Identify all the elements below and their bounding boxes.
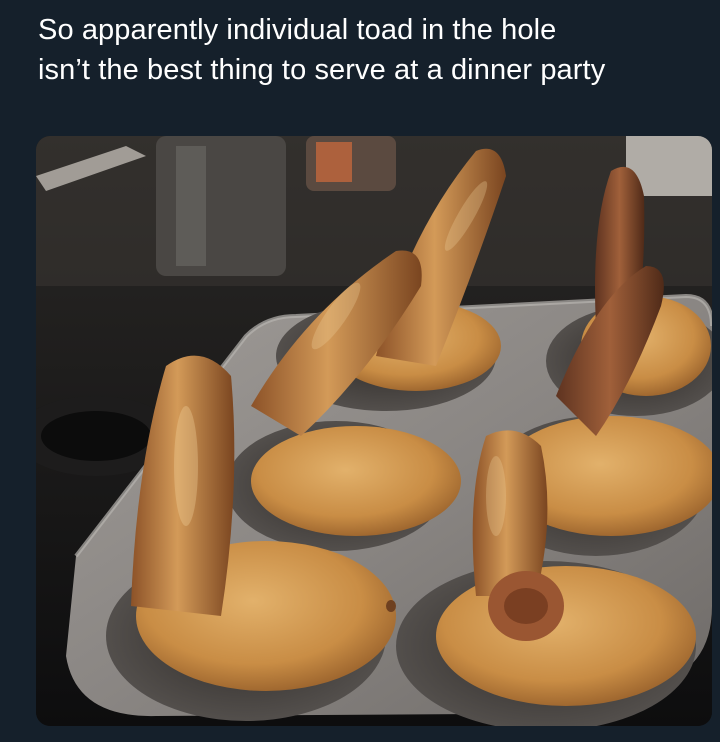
post-caption: So apparently individual toad in the hol… xyxy=(38,10,713,90)
toad-in-the-hole-photo xyxy=(36,136,712,726)
caption-line-1: So apparently individual toad in the hol… xyxy=(38,14,557,46)
post-photo[interactable] xyxy=(36,136,712,726)
caption-line-2: isn’t the best thing to serve at a dinne… xyxy=(38,54,606,86)
